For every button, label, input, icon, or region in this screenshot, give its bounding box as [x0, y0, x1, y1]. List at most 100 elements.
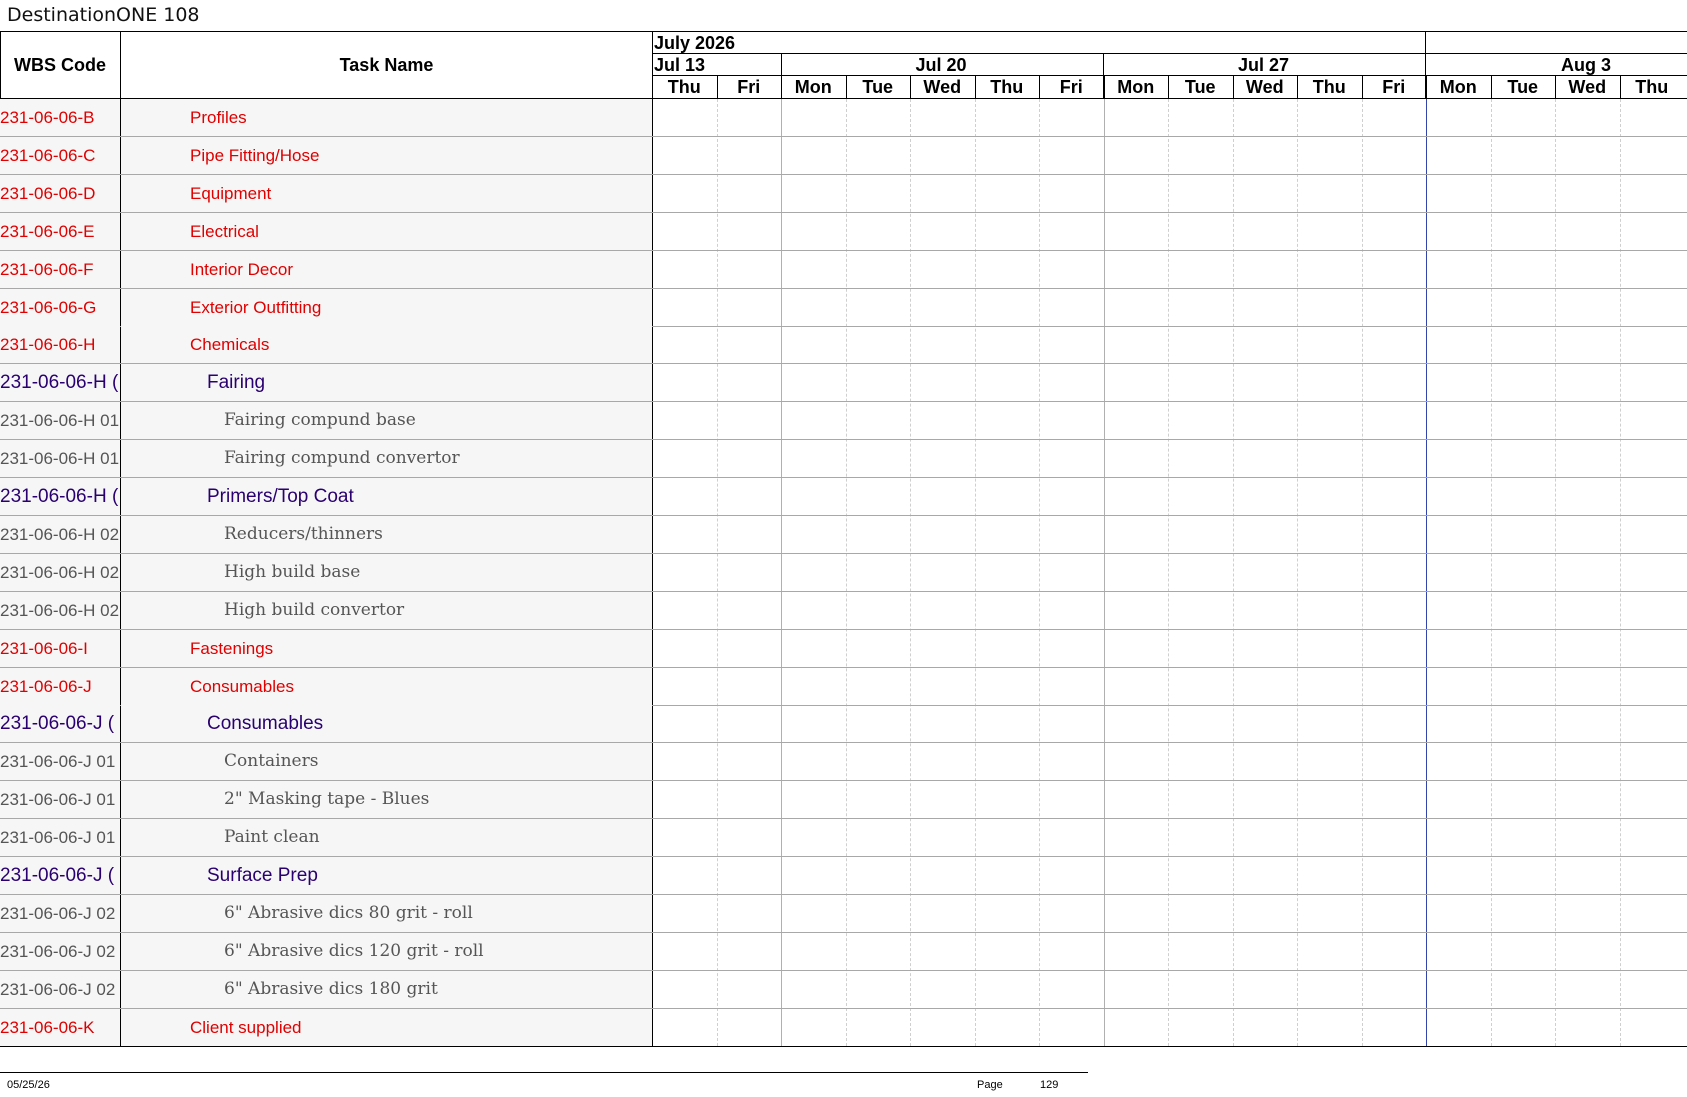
task-name-cell[interactable]: Electrical — [121, 212, 652, 250]
wbs-code-cell[interactable]: 231-06-06-J 02 — [0, 932, 120, 970]
table-row[interactable]: 231-06-06-J 01 Containers — [0, 743, 1687, 782]
day-label: Wed — [923, 77, 962, 97]
wbs-code-cell[interactable]: 231-06-06-J ( — [0, 705, 120, 743]
task-name-cell[interactable]: Chemicals — [121, 326, 652, 364]
wbs-code-cell[interactable]: 231-06-06-H — [0, 326, 120, 364]
task-name-cell[interactable]: Fairing — [121, 364, 652, 402]
week-label-aug3: Aug 3 — [1560, 55, 1611, 75]
day-separator — [1039, 75, 1040, 98]
task-name-cell[interactable]: Fairing compund convertor — [121, 440, 652, 478]
task-name-cell[interactable]: Equipment — [121, 174, 652, 212]
day-label: Thu — [667, 77, 701, 97]
wbs-code-header[interactable]: WBS Code — [0, 32, 120, 98]
table-row[interactable]: 231-06-06-B Profiles — [0, 99, 1687, 137]
wbs-code-cell[interactable]: 231-06-06-H ( — [0, 478, 120, 515]
footer-date: 05/25/26 — [7, 1079, 50, 1091]
task-name-cell[interactable]: Fastenings — [121, 629, 652, 667]
day-label: Wed — [1245, 77, 1284, 97]
wbs-code-cell[interactable]: 231-06-06-H 02 — [0, 591, 120, 629]
day-separator — [1104, 75, 1105, 98]
task-name-cell[interactable]: Consumables — [121, 667, 652, 705]
day-label: Wed — [1568, 77, 1607, 97]
wbs-code-cell[interactable]: 231-06-06-D — [0, 174, 120, 212]
table-row[interactable]: 231-06-06-H 01 Fairing compund base — [0, 402, 1687, 441]
table-row[interactable]: 231-06-06-F Interior Decor — [0, 250, 1687, 289]
table-row[interactable]: 231-06-06-I Fastenings — [0, 629, 1687, 668]
table-row[interactable]: 231-06-06-G Exterior Outfitting — [0, 288, 1687, 327]
table-row[interactable]: 231-06-06-J 01 Paint clean — [0, 819, 1687, 858]
month-boundary — [1425, 31, 1426, 53]
table-row[interactable]: 231-06-06-H (Fairing — [0, 364, 1687, 403]
wbs-code-cell[interactable]: 231-06-06-J — [0, 667, 120, 705]
table-row[interactable]: 231-06-06-H 02 High build convertor — [0, 591, 1687, 630]
task-name-cell[interactable]: Paint clean — [121, 819, 652, 857]
wbs-code-cell[interactable]: 231-06-06-B — [0, 99, 120, 136]
week-label-jul13: Jul 13 — [654, 55, 706, 75]
task-name-cell[interactable]: High build base — [121, 553, 652, 591]
task-name-cell[interactable]: Exterior Outfitting — [121, 288, 652, 326]
wbs-code-cell[interactable]: 231-06-06-J ( — [0, 857, 120, 894]
day-separator — [1297, 75, 1298, 98]
table-row[interactable]: 231-06-06-D Equipment — [0, 174, 1687, 213]
table-row[interactable]: 231-06-06-H Chemicals — [0, 326, 1687, 365]
task-name-cell[interactable]: Fairing compund base — [121, 402, 652, 440]
task-name-cell[interactable]: Interior Decor — [121, 250, 652, 288]
table-row[interactable]: 231-06-06-J Consumables — [0, 667, 1687, 706]
task-name-cell[interactable]: 6" Abrasive dics 80 grit - roll — [121, 894, 652, 932]
wbs-code-cell[interactable]: 231-06-06-H 01 — [0, 440, 120, 478]
wbs-code-cell[interactable]: 231-06-06-K — [0, 1008, 120, 1046]
wbs-code-cell[interactable]: 231-06-06-I — [0, 629, 120, 667]
day-separator — [846, 75, 847, 98]
table-row[interactable]: 231-06-06-J 01 2" Masking tape - Blues — [0, 781, 1687, 820]
wbs-code-cell[interactable]: 231-06-06-H 02 — [0, 515, 120, 553]
day-separator — [975, 75, 976, 98]
wbs-code-cell[interactable]: 231-06-06-C — [0, 136, 120, 174]
task-name-header[interactable]: Task Name — [121, 32, 652, 98]
table-row[interactable]: 231-06-06-J 02 6" Abrasive dics 180 grit — [0, 970, 1687, 1009]
table-row[interactable]: 231-06-06-J (Consumables — [0, 705, 1687, 744]
wbs-code-cell[interactable]: 231-06-06-F — [0, 250, 120, 288]
document-title: DestinationONE 108 — [7, 4, 200, 26]
task-name-cell[interactable]: 2" Masking tape - Blues — [121, 781, 652, 819]
wbs-code-cell[interactable]: 231-06-06-J 01 — [0, 781, 120, 819]
wbs-code-cell[interactable]: 231-06-06-J 01 — [0, 819, 120, 857]
wbs-code-cell[interactable]: 231-06-06-H 02 — [0, 553, 120, 591]
footer-page-number: 129 — [1040, 1079, 1059, 1091]
day-separator — [1362, 75, 1363, 98]
table-bottom-border — [0, 1046, 1687, 1047]
day-label: Thu — [1635, 77, 1669, 97]
task-name-cell[interactable]: 6" Abrasive dics 120 grit - roll — [121, 932, 652, 970]
task-name-cell[interactable]: Consumables — [121, 705, 652, 743]
week-label-jul27: Jul 27 — [1237, 55, 1290, 75]
day-label: Fri — [737, 77, 761, 97]
task-name-cell[interactable]: Surface Prep — [121, 857, 652, 894]
task-name-cell[interactable]: Profiles — [121, 99, 652, 136]
wbs-code-cell[interactable]: 231-06-06-J 02 — [0, 894, 120, 932]
table-row[interactable]: 231-06-06-E Electrical — [0, 212, 1687, 251]
task-name-cell[interactable]: High build convertor — [121, 591, 652, 629]
day-separator — [1168, 75, 1169, 98]
table-row[interactable]: 231-06-06-H (Primers/Top Coat — [0, 478, 1687, 516]
task-name-cell[interactable]: Client supplied — [121, 1008, 652, 1046]
table-row[interactable]: 231-06-06-J (Surface Prep — [0, 857, 1687, 895]
wbs-code-cell[interactable]: 231-06-06-E — [0, 212, 120, 250]
table-row[interactable]: 231-06-06-J 02 6" Abrasive dics 120 grit … — [0, 932, 1687, 971]
wbs-code-cell[interactable]: 231-06-06-H ( — [0, 364, 120, 402]
wbs-code-cell[interactable]: 231-06-06-J 01 — [0, 743, 120, 781]
day-label: Tue — [862, 77, 894, 97]
day-label: Tue — [1507, 77, 1539, 97]
task-name-cell[interactable]: Pipe Fitting/Hose — [121, 136, 652, 174]
table-row[interactable]: 231-06-06-J 02 6" Abrasive dics 80 grit -… — [0, 894, 1687, 933]
wbs-code-cell[interactable]: 231-06-06-G — [0, 288, 120, 326]
table-row[interactable]: 231-06-06-H 02 Reducers/thinners — [0, 515, 1687, 554]
wbs-code-cell[interactable]: 231-06-06-J 02 — [0, 970, 120, 1008]
task-name-cell[interactable]: 6" Abrasive dics 180 grit — [121, 970, 652, 1008]
task-name-cell[interactable]: Containers — [121, 743, 652, 781]
task-name-cell[interactable]: Primers/Top Coat — [121, 478, 652, 515]
table-row[interactable]: 231-06-06-H 01 Fairing compund convertor — [0, 440, 1687, 479]
task-name-cell[interactable]: Reducers/thinners — [121, 515, 652, 553]
table-row[interactable]: 231-06-06-K Client supplied — [0, 1008, 1687, 1047]
table-row[interactable]: 231-06-06-C Pipe Fitting/Hose — [0, 136, 1687, 175]
wbs-code-cell[interactable]: 231-06-06-H 01 — [0, 402, 120, 440]
table-row[interactable]: 231-06-06-H 02 High build base — [0, 553, 1687, 592]
